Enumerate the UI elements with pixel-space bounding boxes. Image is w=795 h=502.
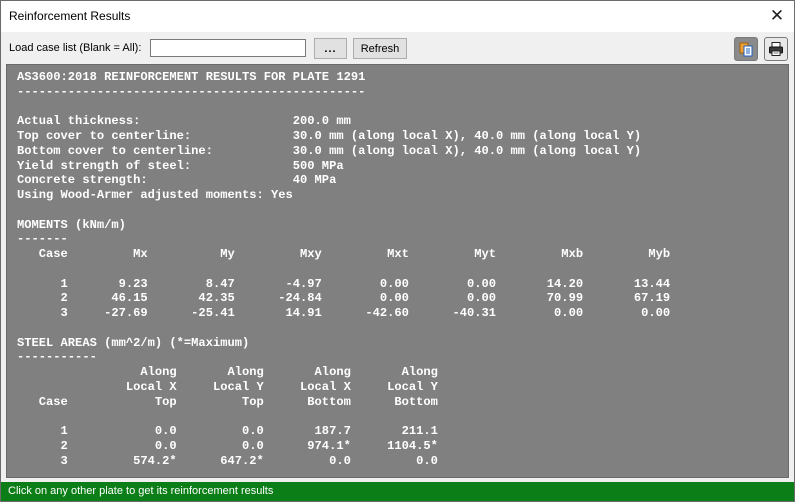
- report-line: -------: [17, 232, 68, 247]
- report-line: -----------: [17, 350, 97, 365]
- copy-button[interactable]: [734, 37, 758, 61]
- printer-icon: [769, 42, 783, 56]
- report-line: Bottom cover to centerline: 30.0 mm (alo…: [17, 143, 642, 158]
- report-line: MOMENTS (kNm/m): [17, 217, 126, 232]
- title-bar[interactable]: Reinforcement Results ✕: [1, 1, 794, 32]
- status-bar: Click on any other plate to get its rein…: [1, 482, 794, 501]
- report-panel[interactable]: AS3600:2018 REINFORCEMENT RESULTS FOR PL…: [6, 64, 789, 478]
- report-line: 3 -27.69 -25.41 14.91 -42.60 -40.31 0.00…: [17, 306, 671, 320]
- report-line: Concrete strength: 40 MPa: [17, 173, 337, 188]
- report-line: 2 0.0 0.0 974.1* 1104.5*: [17, 438, 438, 453]
- reinforcement-results-window: Reinforcement Results ✕ Load case list (…: [0, 0, 795, 502]
- report-line: Along Along Along Along: [17, 365, 438, 379]
- report-line: Yield strength of steel: 500 MPa: [17, 158, 344, 173]
- report-line: ----------------------------------------…: [17, 84, 366, 99]
- status-text: Click on any other plate to get its rein…: [8, 485, 274, 497]
- copy-icon: [739, 42, 753, 57]
- report-line: STEEL AREAS (mm^2/m) (*=Maximum): [17, 335, 250, 350]
- report-line: Top cover to centerline: 30.0 mm (along …: [17, 129, 642, 143]
- toolbar: Load case list (Blank = All): ... Refres…: [1, 32, 794, 64]
- report-line: 1 0.0 0.0 187.7 211.1: [17, 424, 438, 438]
- report-line: Case Mx My Mxy Mxt Myt Mxb Myb: [17, 247, 671, 261]
- refresh-button[interactable]: Refresh: [353, 38, 407, 59]
- report-line: Local X Local Y Local X Local Y: [17, 379, 438, 394]
- load-case-input[interactable]: [150, 39, 306, 57]
- report-line: Actual thickness: 200.0 mm: [17, 114, 351, 129]
- report-line: Using Wood-Armer adjusted moments: Yes: [17, 188, 293, 202]
- report-text: AS3600:2018 REINFORCEMENT RESULTS FOR PL…: [17, 70, 670, 468]
- report-line: AS3600:2018 REINFORCEMENT RESULTS FOR PL…: [17, 70, 366, 84]
- window-title: Reinforcement Results: [9, 9, 131, 23]
- report-line: 1 9.23 8.47 -4.97 0.00 0.00 14.20 13.44: [17, 276, 671, 291]
- load-case-label: Load case list (Blank = All):: [9, 42, 142, 54]
- report-line: Case Top Top Bottom Bottom: [17, 394, 438, 409]
- print-button[interactable]: [764, 37, 788, 61]
- browse-button[interactable]: ...: [314, 38, 347, 59]
- close-icon[interactable]: ✕: [766, 5, 788, 27]
- report-line: 2 46.15 42.35 -24.84 0.00 0.00 70.99 67.…: [17, 291, 671, 306]
- report-line: 3 574.2* 647.2* 0.0 0.0: [17, 453, 438, 468]
